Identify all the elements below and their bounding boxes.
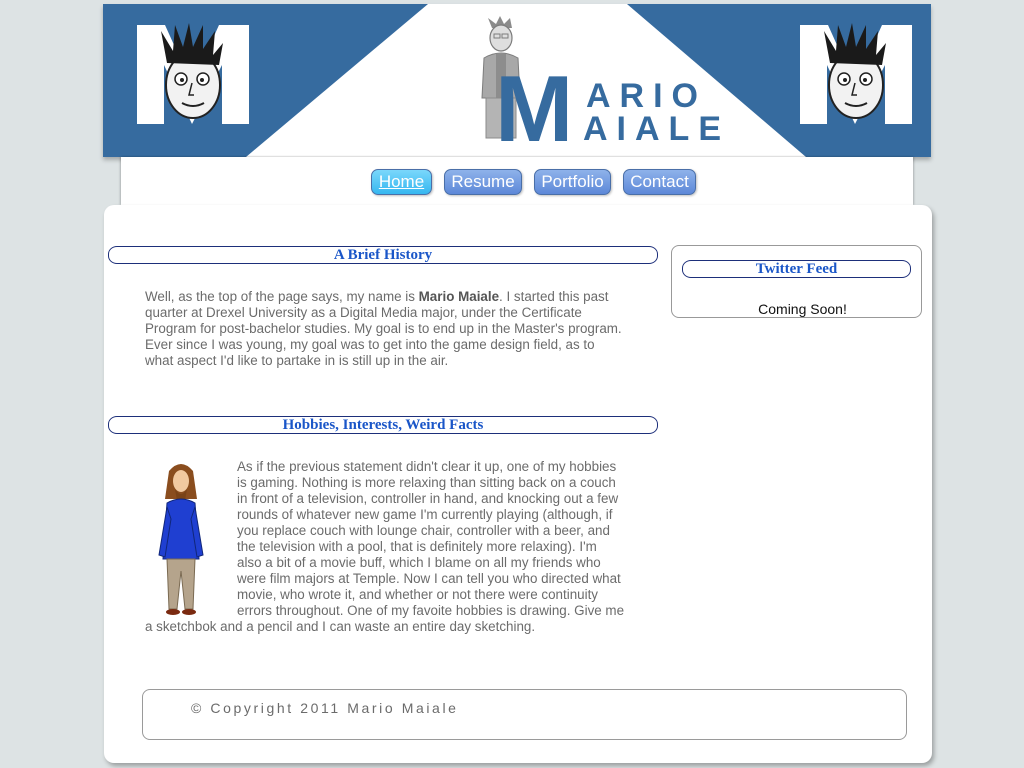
logo-letter-m: M [495, 56, 573, 157]
twitter-feed-status: Coming Soon! [758, 301, 847, 317]
logo-line-first-name: ARIO [586, 77, 707, 115]
logo-line-last-name: AIALE [583, 110, 730, 148]
page: M ARIO AIALE Home Resume Portfolio Conta… [0, 0, 1024, 768]
nav-contact-button[interactable]: Contact [623, 169, 696, 195]
nav-resume-button[interactable]: Resume [444, 169, 522, 195]
right-m-logo [800, 23, 912, 124]
header-banner: M ARIO AIALE [103, 4, 931, 157]
nav-portfolio-button[interactable]: Portfolio [534, 169, 611, 195]
section-heading-history: A Brief History [108, 246, 658, 264]
twitter-feed-heading: Twitter Feed [682, 260, 911, 278]
copyright-text: © Copyright 2011 Mario Maiale [191, 700, 459, 716]
character-illustration [158, 464, 204, 615]
hobbies-paragraph: As if the previous statement didn't clea… [145, 459, 625, 634]
nav-home-button[interactable]: Home [371, 169, 432, 195]
section-heading-hobbies: Hobbies, Interests, Weird Facts [108, 416, 658, 434]
history-paragraph: Well, as the top of the page says, my na… [145, 289, 622, 368]
author-name: Mario Maiale [418, 289, 500, 304]
left-m-logo [137, 23, 249, 124]
